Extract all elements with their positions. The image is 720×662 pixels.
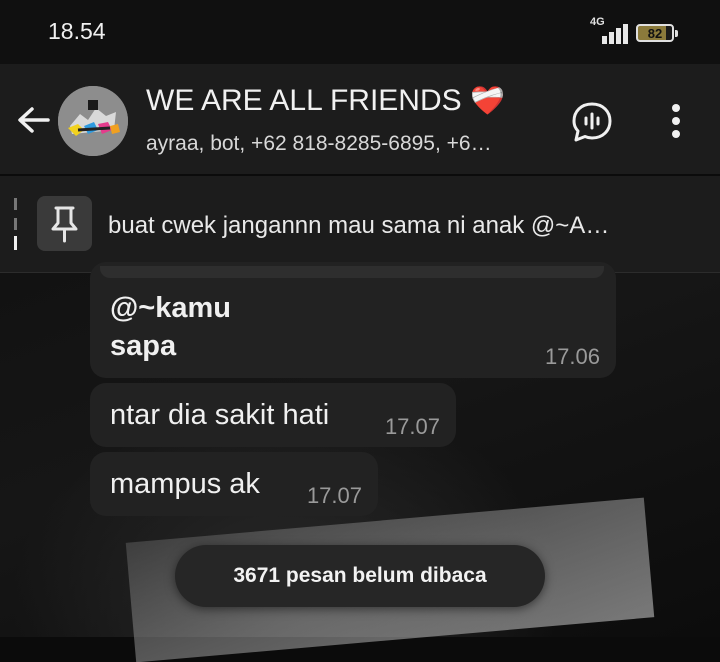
voice-chat-button[interactable] — [570, 100, 614, 144]
group-avatar[interactable] — [58, 86, 128, 156]
pinned-indicator — [14, 198, 17, 250]
group-avatar-image — [58, 86, 128, 156]
status-bar: 18.54 4G 82 — [0, 0, 720, 64]
message-text: sapa — [110, 330, 177, 362]
back-button[interactable] — [14, 102, 54, 138]
pinned-message-text: buat cwek jangannn mau sama ni anak @~A… — [108, 212, 610, 239]
battery-icon: 82 — [636, 24, 678, 42]
pin-icon — [51, 206, 78, 243]
network-type: 4G — [590, 16, 605, 28]
reply-quote-preview[interactable] — [100, 266, 604, 278]
more-vertical-icon — [672, 104, 680, 138]
status-icons: 4G 82 — [590, 16, 678, 46]
message-bubble[interactable]: ntar dia sakit hati 17.07 — [90, 383, 456, 447]
pinned-message-bar[interactable]: buat cwek jangannn mau sama ni anak @~A… — [0, 176, 720, 273]
message-time: 17.07 — [384, 414, 440, 439]
message-time: 17.06 — [544, 344, 600, 369]
chat-title[interactable]: WE ARE ALL FRIENDS ❤️‍🩹 — [146, 84, 505, 118]
message-text: mampus ak — [110, 468, 260, 500]
chat-title-text: WE ARE ALL FRIENDS — [146, 84, 462, 117]
more-options-button[interactable] — [664, 100, 688, 144]
message-time: 17.07 — [306, 483, 362, 508]
arrow-left-icon — [18, 107, 50, 133]
voice-chat-icon — [572, 102, 612, 142]
status-time: 18.54 — [48, 18, 106, 44]
chat-header: WE ARE ALL FRIENDS ❤️‍🩹 ayraa, bot, +62 … — [0, 64, 720, 174]
unread-messages-button[interactable]: 3671 pesan belum dibaca — [175, 545, 545, 607]
mending-heart-icon: ❤️‍🩹 — [470, 85, 505, 116]
signal-icon: 4G — [590, 16, 628, 46]
message-mention: @~kamu — [110, 292, 231, 324]
message-bubble[interactable]: mampus ak 17.07 — [90, 452, 378, 516]
message-text: ntar dia sakit hati — [110, 399, 330, 431]
message-bubble[interactable]: @~kamu sapa 17.06 — [90, 262, 616, 378]
battery-level: 82 — [647, 25, 663, 41]
pin-thumbnail — [37, 196, 92, 251]
chat-members[interactable]: ayraa, bot, +62 818-8285-6895, +6… — [146, 132, 492, 156]
